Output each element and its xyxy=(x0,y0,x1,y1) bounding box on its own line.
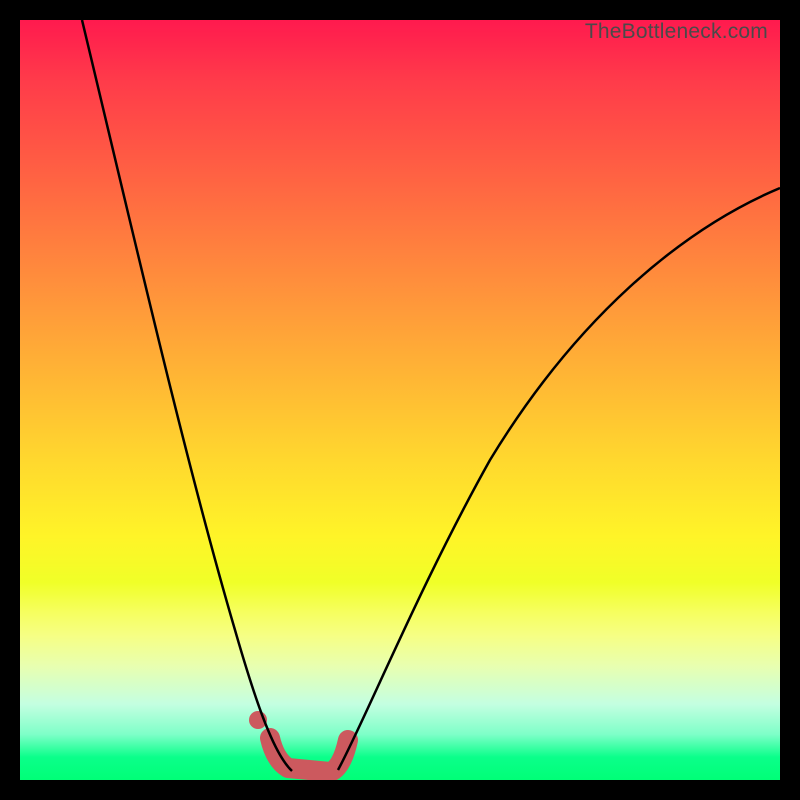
chart-svg xyxy=(20,20,780,780)
right-curve xyxy=(338,188,780,770)
highlighted-minimum-path xyxy=(270,738,348,772)
plot-area: TheBottleneck.com xyxy=(20,20,780,780)
left-curve xyxy=(82,20,292,771)
